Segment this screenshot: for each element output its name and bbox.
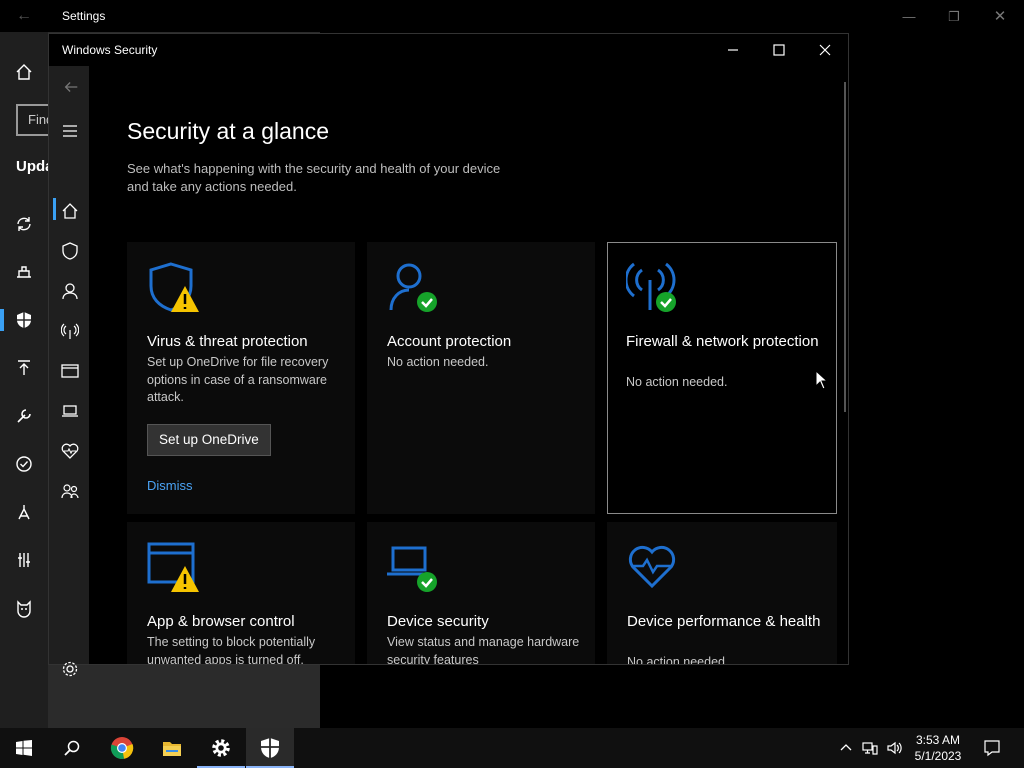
action-center-icon[interactable] <box>983 739 1001 757</box>
card-description: No action needed. <box>626 375 728 389</box>
ws-maximize-icon[interactable] <box>769 40 789 60</box>
card-description: View status and manage hardware security… <box>387 635 580 664</box>
settings-section-label: Update <box>16 158 48 175</box>
card-title: App & browser control <box>147 613 295 630</box>
taskbar: 3:53 AM 5/1/2023 <box>0 728 1024 768</box>
card-firewall-network[interactable]: Firewall & network protection No action … <box>607 242 837 514</box>
file-explorer-icon <box>163 742 181 756</box>
ws-settings-gear-icon[interactable] <box>61 660 79 678</box>
find-device-icon[interactable] <box>14 502 34 522</box>
network-icon[interactable] <box>862 740 878 756</box>
desktop: ← Settings — ❐ ✕ Find Update Windows Sec… <box>0 0 1024 728</box>
settings-selection-indicator <box>0 309 4 331</box>
heart-pulse-icon <box>628 545 676 589</box>
developer-icon[interactable] <box>14 550 34 570</box>
taskbar-search-button[interactable] <box>48 728 96 768</box>
settings-titlebar: ← Settings — ❐ ✕ <box>0 0 1024 32</box>
laptop-icon <box>387 546 437 592</box>
shield-nav-icon[interactable] <box>14 310 34 330</box>
ws-device-health-icon[interactable] <box>61 442 79 460</box>
ws-account-icon[interactable] <box>61 282 79 300</box>
card-device-performance[interactable]: Device performance & health No action ne… <box>607 522 837 664</box>
tray-chevron-up-icon[interactable] <box>838 740 854 756</box>
settings-close-icon[interactable]: ✕ <box>990 7 1010 25</box>
card-title: Device performance & health <box>627 613 821 630</box>
settings-nav <box>0 32 48 728</box>
ws-back-icon[interactable] <box>61 78 81 96</box>
ws-nav <box>49 66 89 677</box>
ws-firewall-icon[interactable] <box>61 322 79 340</box>
windows-security-window: Windows Security Security at a glance Se… <box>48 33 849 677</box>
card-title: Firewall & network protection <box>626 333 819 350</box>
windows-security-icon <box>261 738 279 758</box>
card-description: Set up OneDrive for file recovery option… <box>147 355 329 404</box>
person-icon <box>389 263 437 312</box>
mouse-cursor-icon <box>815 370 829 390</box>
card-description: The setting to block potentially unwante… <box>147 635 316 664</box>
clock-time: 3:53 AM <box>915 733 961 747</box>
ws-minimize-icon[interactable] <box>723 40 743 60</box>
settings-title: Settings <box>62 9 106 23</box>
settings-icon <box>212 739 230 757</box>
card-title: Device security <box>387 613 489 630</box>
taskbar-clock[interactable]: 3:53 AM 5/1/2023 <box>910 732 966 764</box>
start-button[interactable] <box>0 728 48 768</box>
ws-device-security-icon[interactable] <box>61 402 79 420</box>
start-icon <box>16 740 32 756</box>
chrome-icon <box>110 737 134 759</box>
ws-main-content: Security at a glance See what's happenin… <box>89 66 846 664</box>
ws-close-icon[interactable] <box>815 40 835 60</box>
ws-nav-selection-indicator <box>53 198 56 220</box>
ws-home-icon[interactable] <box>61 202 79 220</box>
antenna-icon <box>626 262 676 312</box>
ws-scrollbar[interactable] <box>844 82 846 412</box>
backup-icon[interactable] <box>14 358 34 378</box>
search-icon <box>64 740 80 756</box>
card-app-browser[interactable]: App & browser control The setting to blo… <box>127 522 355 664</box>
ws-virus-shield-icon[interactable] <box>61 242 79 260</box>
ws-family-options-icon[interactable] <box>61 482 79 500</box>
card-virus-threat[interactable]: Virus & threat protection Set up OneDriv… <box>127 242 355 514</box>
troubleshoot-icon[interactable] <box>14 406 34 426</box>
taskbar-settings[interactable] <box>197 728 245 768</box>
ws-titlebar: Windows Security <box>49 34 848 66</box>
card-account-protection[interactable]: Account protection No action needed. <box>367 242 595 514</box>
clock-date: 5/1/2023 <box>914 749 962 763</box>
card-description: No action needed. <box>627 655 729 664</box>
card-title: Account protection <box>387 333 512 350</box>
browser-window-icon <box>147 542 199 592</box>
settings-back-icon[interactable]: ← <box>16 7 32 25</box>
shield-icon <box>149 262 199 312</box>
insider-icon[interactable] <box>14 598 34 618</box>
page-subtitle: See what's happening with the security a… <box>127 161 501 194</box>
settings-minimize-icon[interactable]: — <box>899 9 919 24</box>
setup-onedrive-button[interactable]: Set up OneDrive <box>147 424 271 456</box>
card-description: No action needed. <box>387 355 489 369</box>
taskbar-windows-security[interactable] <box>246 728 294 768</box>
taskbar-chrome[interactable] <box>98 728 146 768</box>
taskbar-file-explorer[interactable] <box>148 728 196 768</box>
delivery-icon[interactable] <box>14 262 34 282</box>
home-icon[interactable] <box>14 62 34 82</box>
activation-icon[interactable] <box>14 454 34 474</box>
sync-icon[interactable] <box>14 214 34 234</box>
card-title: Virus & threat protection <box>147 333 308 350</box>
ws-app-browser-icon[interactable] <box>61 362 79 380</box>
page-title: Security at a glance <box>127 118 330 144</box>
ws-window-title: Windows Security <box>62 43 158 57</box>
settings-restore-icon[interactable]: ❐ <box>944 9 964 25</box>
hamburger-menu-icon[interactable] <box>61 122 79 140</box>
dismiss-link[interactable]: Dismiss <box>147 478 193 493</box>
volume-icon[interactable] <box>886 740 902 756</box>
card-device-security[interactable]: Device security View status and manage h… <box>367 522 595 664</box>
